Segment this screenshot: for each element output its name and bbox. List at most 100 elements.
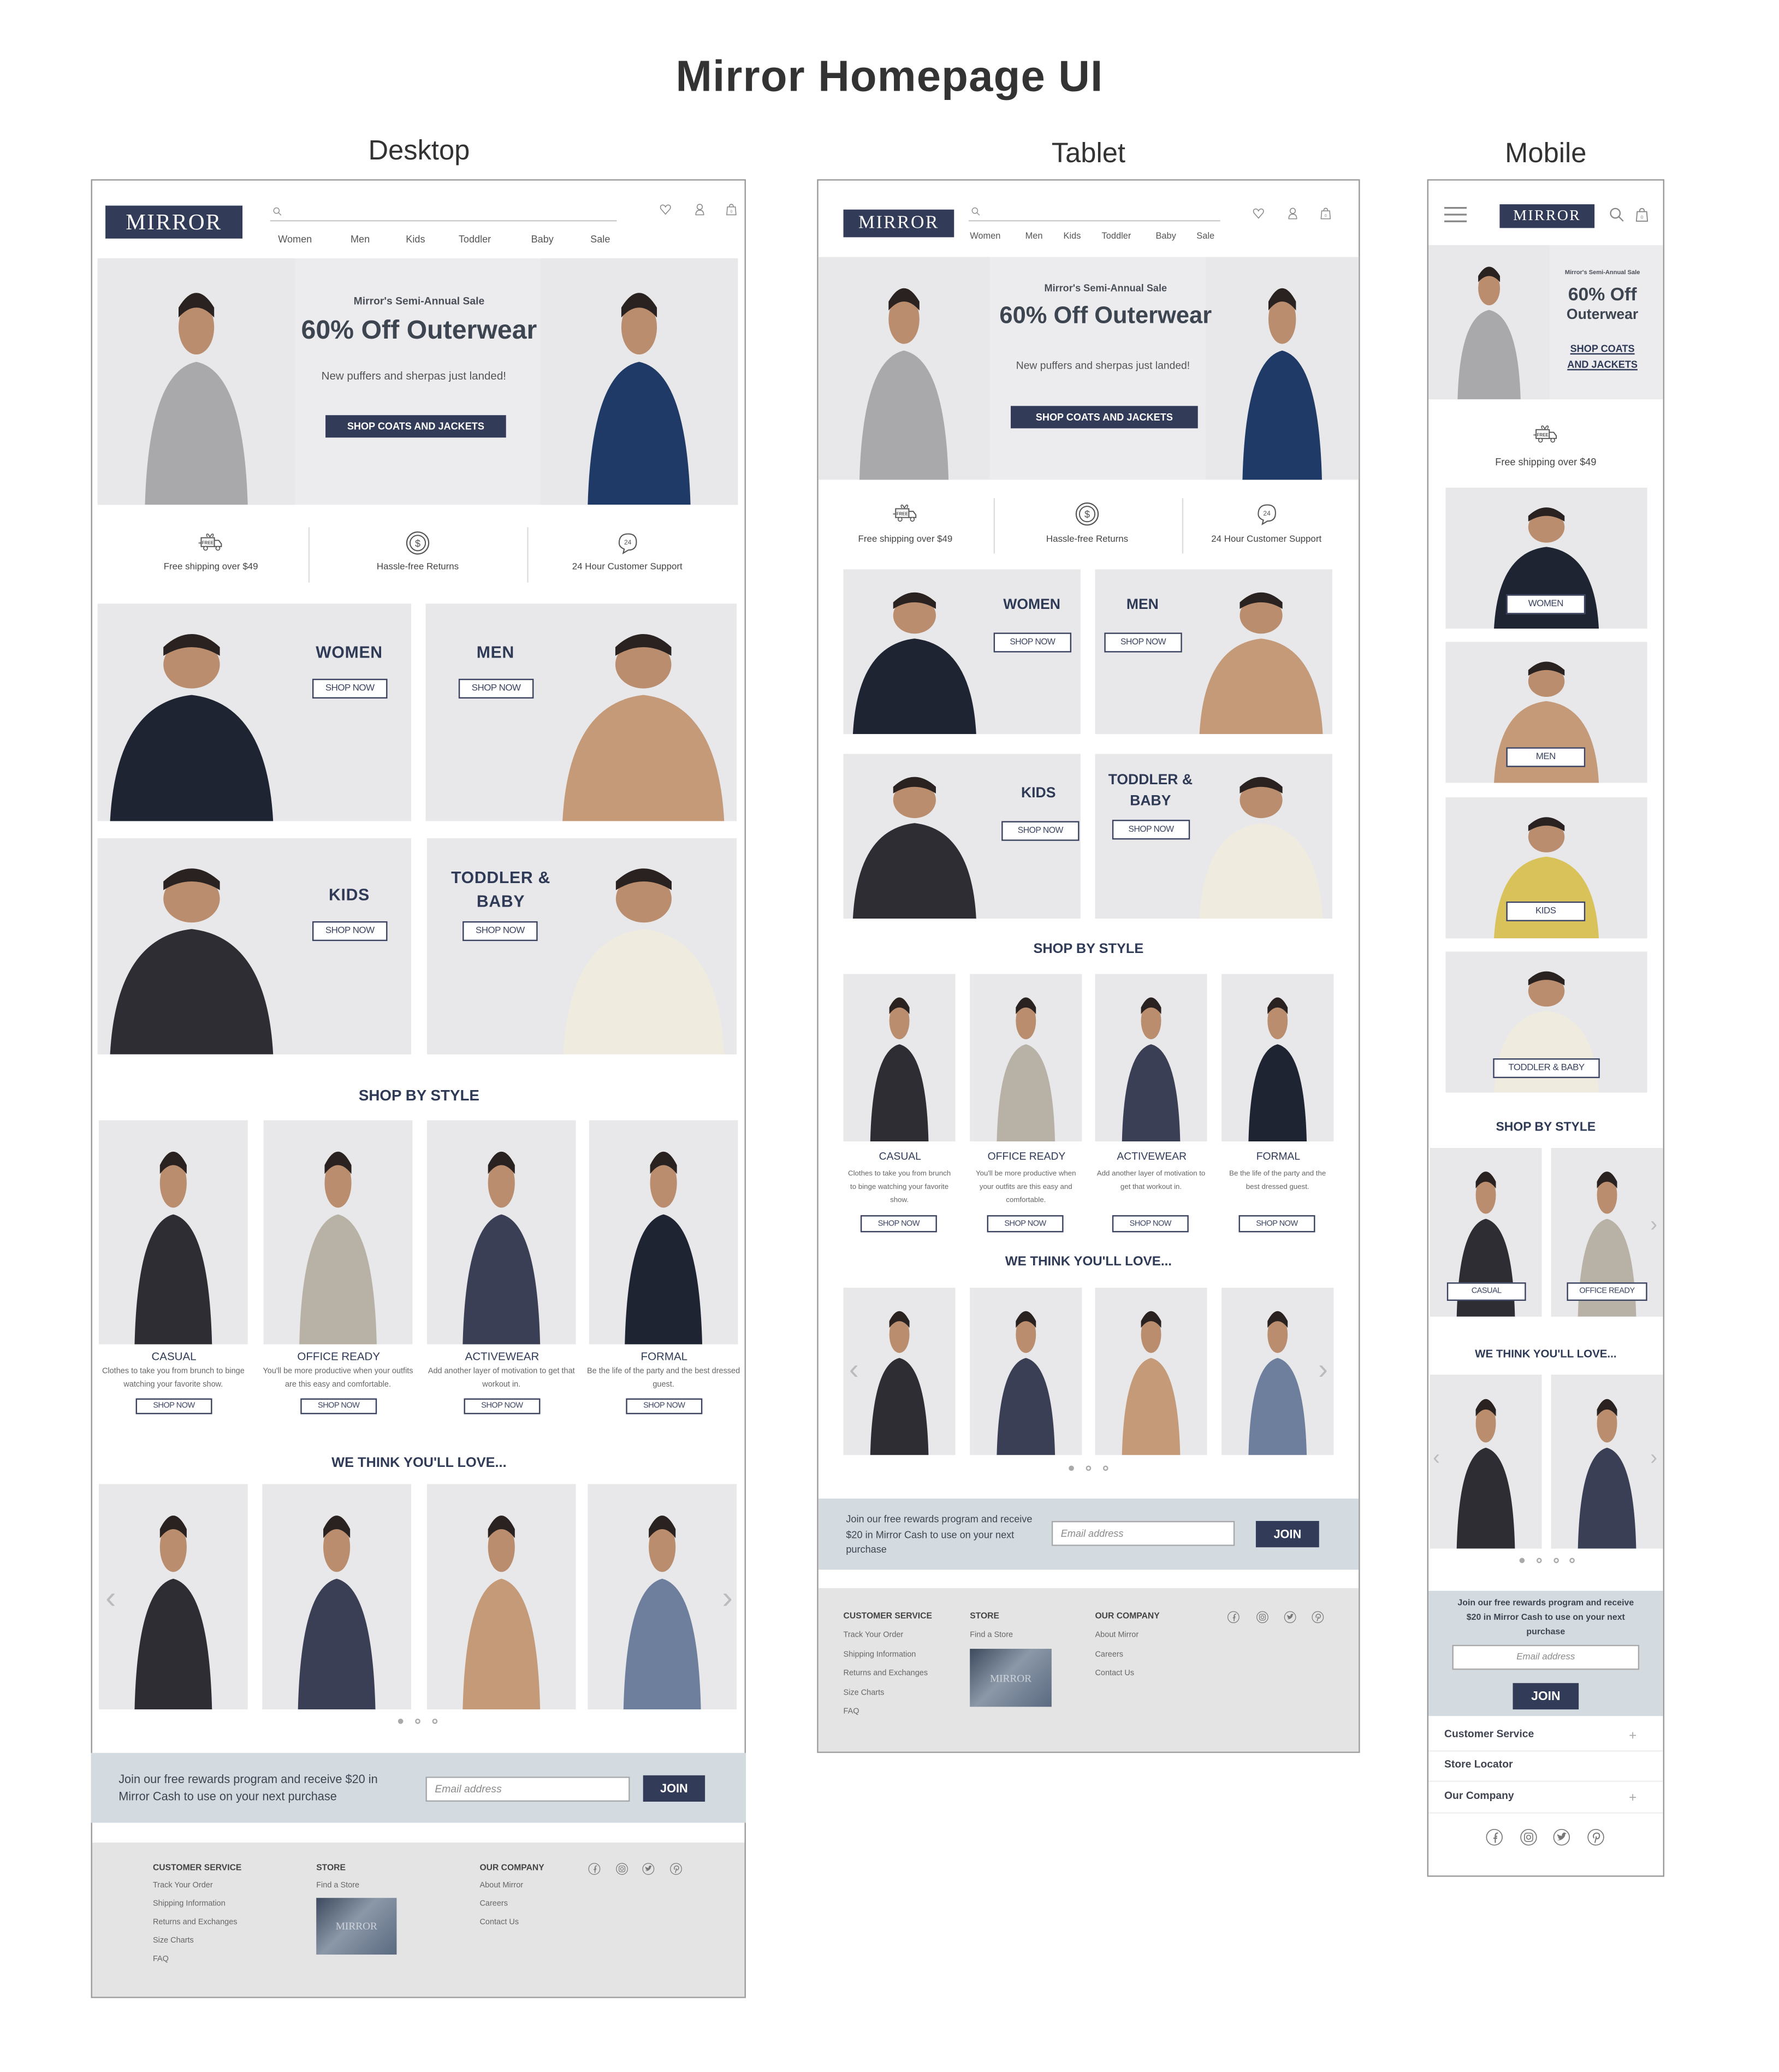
category-image[interactable] [425,603,737,821]
shop-now-button[interactable]: SHOP NOW [312,921,388,942]
shop-now-button[interactable]: SHOP NOW [312,678,388,699]
instagram-icon[interactable] [615,1862,628,1875]
shop-now-button[interactable]: SHOP NOW [987,1215,1064,1233]
style-image[interactable] [589,1120,738,1345]
shop-now-button[interactable]: SHOP NOW [626,1398,703,1414]
style-image[interactable] [263,1120,413,1345]
footer-link[interactable]: Shipping Information [153,1901,226,1910]
carousel-next-arrow[interactable]: › [1647,1446,1661,1471]
bag-icon[interactable]: 0 [1634,207,1650,223]
search-icon[interactable] [1609,207,1625,223]
shop-now-button[interactable]: SHOP NOW [1112,820,1190,840]
heart-icon[interactable] [1252,207,1265,220]
email-field[interactable]: Email address [1452,1644,1640,1670]
join-button[interactable]: JOIN [1513,1683,1579,1710]
footer-link[interactable]: About Mirror [1095,1632,1138,1641]
style-image[interactable] [1221,974,1334,1141]
nav-item-baby[interactable]: Baby [1155,232,1176,243]
footer-link[interactable]: About Mirror [479,1882,523,1892]
carousel-prev-arrow[interactable]: ‹ [845,1352,863,1387]
footer-link[interactable]: Returns and Exchanges [153,1920,238,1929]
store-image[interactable]: MIRROR [316,1898,397,1955]
footer-link[interactable]: Find a Store [970,1632,1013,1641]
nav-item-men[interactable]: Men [351,233,370,245]
category-image[interactable] [97,838,411,1055]
pinterest-icon[interactable] [669,1862,683,1875]
store-image[interactable]: MIRROR [970,1649,1052,1707]
menu-icon[interactable] [1444,207,1467,223]
footer-link[interactable]: Careers [479,1901,508,1910]
category-image[interactable] [97,603,411,821]
style-image[interactable] [970,974,1082,1141]
nav-item-sale[interactable]: Sale [1196,232,1214,243]
shop-now-button[interactable]: SHOP NOW [1104,632,1182,653]
style-image[interactable] [843,974,956,1141]
carousel-dot[interactable] [432,1718,438,1724]
style-image[interactable] [98,1120,248,1345]
style-label-button[interactable]: OFFICE READY [1567,1282,1647,1301]
footer-link[interactable]: Shipping Information [844,1651,916,1660]
nav-item-toddler[interactable]: Toddler [1102,232,1131,243]
pinterest-icon[interactable] [1587,1828,1605,1846]
product-image[interactable] [970,1287,1082,1455]
email-field[interactable]: Email address [425,1777,630,1802]
email-input[interactable] [426,1778,629,1801]
hero-cta-link[interactable]: AND JACKETS [1543,358,1662,370]
shop-now-button[interactable]: SHOP NOW [993,632,1072,653]
email-field[interactable]: Email address [1051,1520,1235,1546]
hero-cta-button[interactable]: SHOP COATS AND JACKETS [1011,406,1198,429]
heart-icon[interactable] [659,203,672,216]
facebook-icon[interactable] [588,1862,601,1875]
hero-cta-link[interactable]: SHOP COATS [1543,342,1662,354]
nav-item-kids[interactable]: Kids [1064,232,1081,243]
nav-item-toddler[interactable]: Toddler [459,233,491,245]
footer-link[interactable]: FAQ [844,1709,859,1718]
product-image[interactable] [1095,1287,1207,1455]
carousel-dot[interactable] [1069,1465,1074,1471]
shop-now-button[interactable]: SHOP NOW [462,921,538,942]
twitter-icon[interactable] [642,1862,655,1875]
twitter-icon[interactable] [1284,1611,1297,1624]
shop-now-button[interactable]: SHOP NOW [860,1215,937,1233]
shop-now-button[interactable]: SHOP NOW [1001,821,1080,841]
carousel-dot[interactable] [1519,1558,1525,1564]
pinterest-icon[interactable] [1311,1611,1324,1624]
user-icon[interactable] [1286,207,1299,220]
search-input[interactable] [983,203,1226,222]
plus-icon[interactable]: + [1626,1729,1639,1745]
category-label-button[interactable]: TODDLER & BABY [1493,1058,1600,1079]
carousel-next-arrow[interactable]: › [1314,1352,1332,1387]
shop-now-button[interactable]: SHOP NOW [300,1398,377,1414]
nav-item-sale[interactable]: Sale [590,233,610,245]
footer-link[interactable]: Track Your Order [844,1632,904,1641]
footer-link[interactable]: Track Your Order [153,1882,213,1892]
product-image[interactable] [426,1484,576,1710]
footer-link[interactable]: Careers [1095,1651,1123,1660]
carousel-dot[interactable] [1536,1558,1542,1564]
carousel-next-arrow[interactable]: › [1647,1213,1661,1238]
facebook-icon[interactable] [1227,1611,1240,1624]
carousel-dot[interactable] [1102,1465,1108,1471]
shop-now-button[interactable]: SHOP NOW [1238,1215,1315,1233]
style-image[interactable] [1095,974,1207,1141]
shop-now-button[interactable]: SHOP NOW [135,1398,212,1414]
facebook-icon[interactable] [1485,1828,1504,1846]
email-input[interactable] [1453,1646,1638,1669]
email-input[interactable] [1053,1522,1234,1545]
bag-icon[interactable]: 0 [1319,207,1332,220]
join-button[interactable]: JOIN [1255,1520,1319,1548]
footer-link[interactable]: FAQ [153,1956,169,1966]
shop-now-button[interactable]: SHOP NOW [458,678,534,699]
carousel-dot[interactable] [1086,1465,1092,1471]
plus-icon[interactable]: + [1626,1791,1639,1807]
category-label-button[interactable]: KIDS [1506,901,1586,921]
hero-cta-button[interactable]: SHOP COATS AND JACKETS [325,415,506,438]
carousel-dot[interactable] [1569,1558,1575,1564]
footer-link[interactable]: Returns and Exchanges [844,1670,928,1679]
search-input[interactable] [284,203,620,222]
accordion-item[interactable]: Our Company [1444,1790,1514,1803]
carousel-dot[interactable] [1553,1558,1559,1564]
product-image[interactable] [1430,1375,1542,1549]
instagram-icon[interactable] [1520,1828,1538,1846]
join-button[interactable]: JOIN [643,1775,705,1802]
